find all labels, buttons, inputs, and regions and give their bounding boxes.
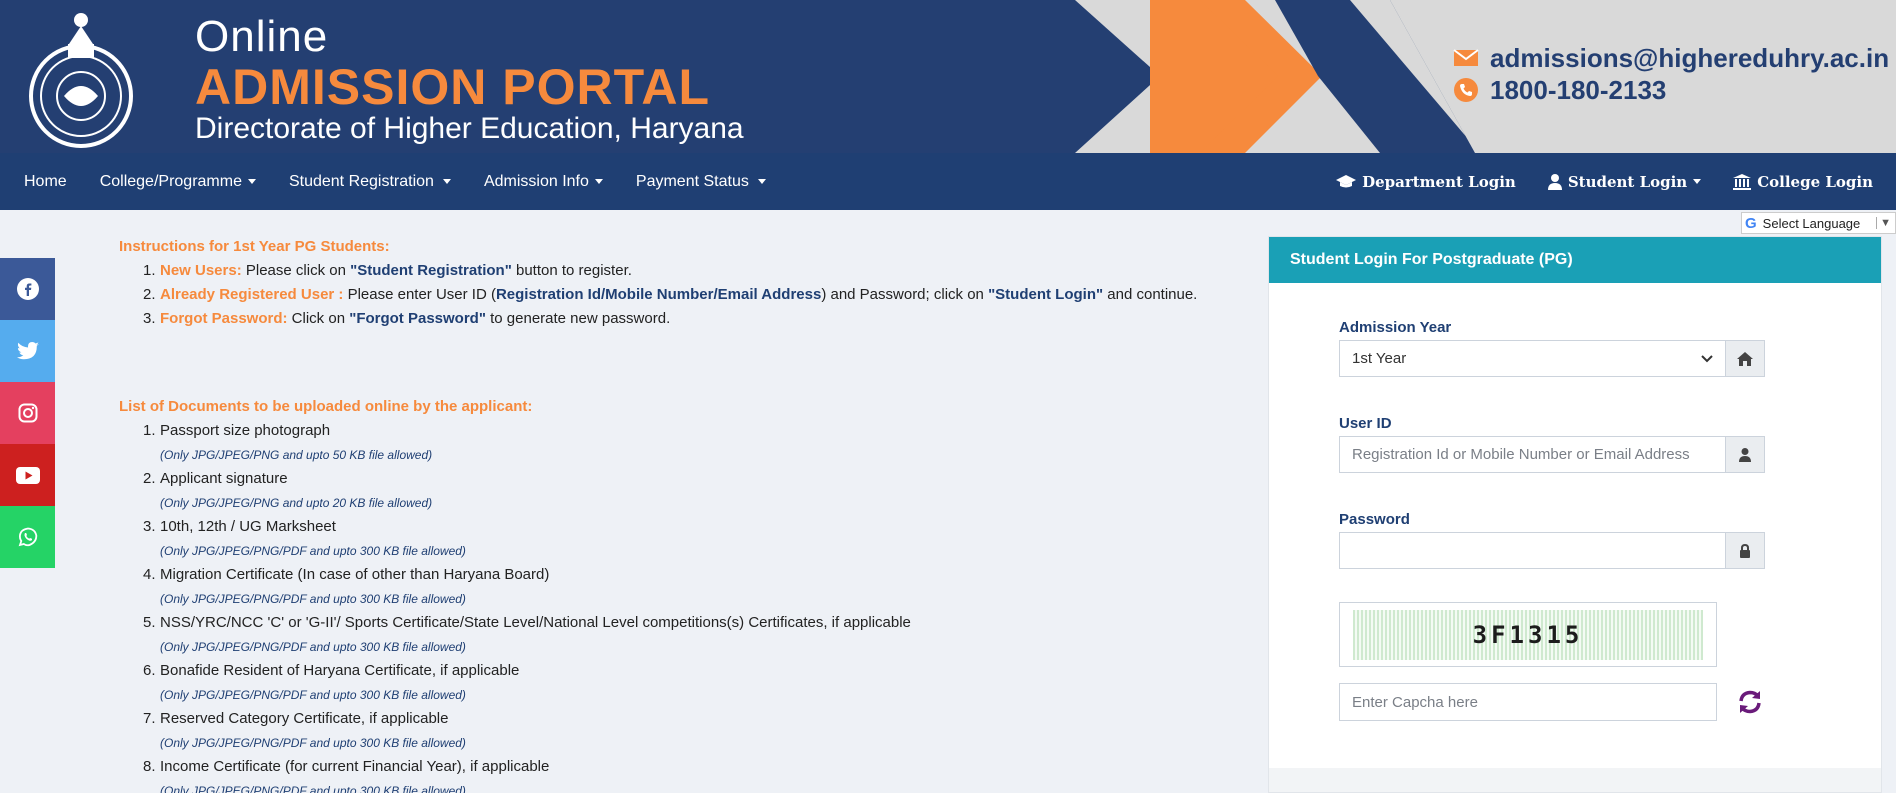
document-item: 5. NSS/YRC/NCC 'C' or 'G-II'/ Sports Cert… xyxy=(143,614,911,654)
nav-student-login[interactable]: Student Login xyxy=(1547,173,1702,191)
panel-footer xyxy=(1269,768,1881,792)
contact-email[interactable]: admissions@highereduhry.ac.in xyxy=(1490,43,1889,74)
document-item: 7. Reserved Category Certificate, if appl… xyxy=(143,710,466,750)
phone-icon xyxy=(1452,78,1480,102)
nav-student-registration[interactable]: Student Registration xyxy=(289,173,451,191)
caret-down-icon xyxy=(247,179,256,184)
instructions-list: 1. New Users: Please click on "Student R… xyxy=(119,259,1239,331)
document-item: 3. 10th, 12th / UG Marksheet (Only JPG/JPE… xyxy=(143,518,466,558)
contact-phone[interactable]: 1800-180-2133 xyxy=(1490,75,1666,106)
instagram-button[interactable] xyxy=(0,382,55,444)
document-item: 8. Income Certificate (for current Financ… xyxy=(143,758,550,793)
envelope-icon xyxy=(1452,46,1480,70)
instruction-item: 3. Forgot Password: Click on "Forgot Pas… xyxy=(143,310,671,327)
caret-down-icon xyxy=(442,179,451,184)
document-item: 1. Passport size photograph (Only JPG/JPEG… xyxy=(143,422,433,462)
nav-department-login[interactable]: Department Login xyxy=(1336,173,1516,191)
userid-label: User ID xyxy=(1339,415,1392,432)
nav-home[interactable]: Home xyxy=(24,173,67,191)
caret-down-icon xyxy=(757,179,766,184)
banner-portal-title: ADMISSION PORTAL xyxy=(195,59,711,115)
twitter-button[interactable] xyxy=(0,320,55,382)
header-banner: Online ADMISSION PORTAL Directorate of H… xyxy=(0,0,1896,153)
admission-year-label: Admission Year xyxy=(1339,319,1452,336)
contact-phone-row: 1800-180-2133 xyxy=(1452,74,1889,106)
document-item: 4. Migration Certificate (In case of othe… xyxy=(143,566,550,606)
user-addon xyxy=(1725,436,1765,473)
login-panel-title: Student Login For Postgraduate (PG) xyxy=(1269,237,1881,283)
password-label: Password xyxy=(1339,511,1410,528)
contact-email-row: admissions@highereduhry.ac.in xyxy=(1452,42,1889,74)
instructions-title: Instructions for 1st Year PG Students: xyxy=(119,238,390,255)
facebook-icon xyxy=(16,278,39,300)
documents-title: List of Documents to be uploaded online … xyxy=(119,398,533,415)
contact-info: admissions@highereduhry.ac.in 1800-180-2… xyxy=(1452,42,1889,106)
home-icon xyxy=(1737,351,1753,366)
refresh-icon xyxy=(1739,690,1761,714)
user-icon xyxy=(1547,173,1562,190)
captcha-text: 3F1315 xyxy=(1353,609,1703,660)
captcha-input[interactable] xyxy=(1339,683,1717,721)
facebook-button[interactable] xyxy=(0,258,55,320)
lock-icon xyxy=(1740,543,1750,558)
home-icon-button[interactable] xyxy=(1725,340,1765,377)
nav-admission-info[interactable]: Admission Info xyxy=(484,173,603,191)
twitter-icon xyxy=(16,342,39,360)
youtube-button[interactable] xyxy=(0,444,55,506)
main-navbar: Home College/Programme Student Registrat… xyxy=(0,153,1896,210)
instructions-section: Instructions for 1st Year PG Students: 1… xyxy=(119,238,1239,331)
refresh-captcha-button[interactable] xyxy=(1735,687,1765,717)
banner-directorate: Directorate of Higher Education, Haryana xyxy=(195,112,744,145)
instagram-icon xyxy=(18,403,37,423)
user-icon xyxy=(1739,447,1751,462)
nav-college-login[interactable]: College Login xyxy=(1733,173,1873,191)
admission-year-select[interactable]: 1st Year xyxy=(1339,340,1725,377)
student-login-panel: Student Login For Postgraduate (PG) Admi… xyxy=(1268,236,1882,793)
lock-addon xyxy=(1725,532,1765,569)
document-item: 6. Bonafide Resident of Haryana Certifica… xyxy=(143,662,520,702)
language-selector[interactable]: G Select Language ▼ xyxy=(1741,212,1896,234)
caret-down-icon xyxy=(1693,179,1702,184)
google-icon: G xyxy=(1745,214,1757,232)
document-item: 2. Applicant signature (Only JPG/JPEG/PNG … xyxy=(143,470,433,510)
instruction-item: 1. New Users: Please click on "Student R… xyxy=(143,262,632,279)
social-sidebar xyxy=(0,258,55,568)
captcha-image: 3F1315 xyxy=(1339,602,1717,667)
youtube-icon xyxy=(15,466,40,484)
haryana-emblem-logo xyxy=(29,13,133,148)
userid-input[interactable] xyxy=(1339,436,1725,473)
instruction-item: 2. Already Registered User : Please ente… xyxy=(143,286,1198,303)
nav-payment-status[interactable]: Payment Status xyxy=(636,173,766,191)
graduation-cap-icon xyxy=(1336,174,1357,187)
caret-down-icon xyxy=(594,179,603,184)
whatsapp-button[interactable] xyxy=(0,506,55,568)
banner-online-text: Online xyxy=(195,12,329,61)
whatsapp-icon xyxy=(18,527,37,547)
institution-icon xyxy=(1733,173,1752,190)
dropdown-arrow-icon: ▼ xyxy=(1876,217,1891,229)
documents-section: List of Documents to be uploaded online … xyxy=(119,398,1219,793)
language-label: Select Language xyxy=(1762,215,1861,231)
chevron-down-icon xyxy=(1701,354,1713,362)
nav-college-programme[interactable]: College/Programme xyxy=(100,173,256,191)
password-input[interactable] xyxy=(1339,532,1725,569)
